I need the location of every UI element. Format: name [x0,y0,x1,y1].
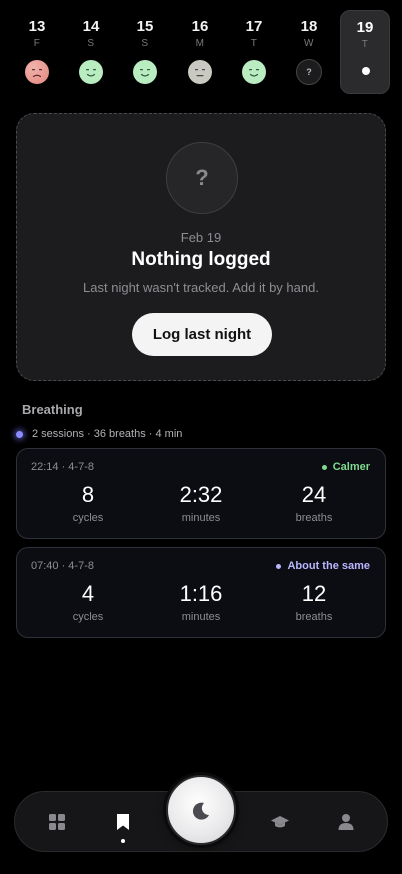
day-number: 15 [136,18,154,35]
stat-minutes: 1:16 minutes [151,581,251,623]
day-number: 19 [356,19,374,36]
mood-dot-icon [276,563,282,569]
sad-face-icon [24,59,50,85]
log-last-night-button[interactable]: Log last night [132,313,272,356]
breathing-session-card[interactable]: 22:14 · 4-7-8 Calmer 8 cycles 2:32 minut… [16,448,386,539]
breathing-summary-text: 2 sessions · 36 breaths · 4 min [32,428,183,440]
day-strip: 13 F 14 S 15 S 16 M 17 T 18 W ? 19 T [9,10,393,94]
log-subtitle: Last night wasn't tracked. Add it by han… [83,280,319,295]
day-17[interactable]: 17 T [229,10,279,94]
mood-dot-icon [321,464,327,470]
session-mood-label: Calmer [332,461,370,473]
day-number: 18 [300,18,318,35]
day-weekday: T [250,38,258,49]
day-weekday: S [87,38,95,49]
session-mood: Calmer [321,461,370,473]
day-number: 16 [191,18,209,35]
stat-value: 2:32 [179,482,223,507]
empty-log-card: ? Feb 19 Nothing logged Last night wasn'… [16,113,386,381]
question-mark-icon: ? [166,142,238,214]
graduation-cap-icon[interactable] [268,810,292,834]
happy-face-icon [241,59,267,85]
session-mood: About the same [276,560,370,572]
grid-icon[interactable] [45,810,69,834]
stat-value: 24 [301,482,327,507]
session-meta: 22:14 · 4-7-8 [31,461,94,473]
stat-label: cycles [72,512,104,524]
day-number: 17 [245,18,263,35]
selected-dot-icon [362,67,370,75]
day-weekday: F [33,38,41,49]
breathing-session-card[interactable]: 07:40 · 4-7-8 About the same 4 cycles 1:… [16,547,386,638]
happy-face-icon [132,59,158,85]
log-date: Feb 19 [180,230,222,245]
stat-label: breaths [295,611,333,623]
stat-value: 4 [81,581,95,606]
neutral-face-icon [187,59,213,85]
stat-cycles: 8 cycles [38,482,138,524]
stat-breaths: 12 breaths [264,581,364,623]
day-number: 14 [82,18,100,35]
stat-label: minutes [181,611,221,623]
unknown-mark: ? [306,67,312,77]
active-tab-indicator [121,839,125,843]
stat-label: cycles [72,611,104,623]
log-title: Nothing logged [131,249,271,270]
day-15[interactable]: 15 S [120,10,170,94]
breathing-section-title: Breathing [22,402,83,417]
day-13[interactable]: 13 F [12,10,62,94]
day-weekday: S [141,38,149,49]
sleep-moon-button[interactable] [166,775,236,845]
person-icon[interactable] [334,810,358,834]
day-weekday: W [304,38,314,49]
stat-value: 8 [81,482,95,507]
day-weekday: T [361,39,369,50]
happy-face-icon [78,59,104,85]
stat-minutes: 2:32 minutes [151,482,251,524]
breathing-summary: 2 sessions · 36 breaths · 4 min [16,427,182,441]
bookmark-icon[interactable] [111,810,135,834]
unknown-mood-icon: ? [296,59,322,85]
day-16[interactable]: 16 M [175,10,225,94]
stat-label: breaths [295,512,333,524]
day-19-selected[interactable]: 19 T [340,10,390,94]
stat-label: minutes [181,512,221,524]
stat-cycles: 4 cycles [38,581,138,623]
day-number: 13 [28,18,46,35]
stat-breaths: 24 breaths [264,482,364,524]
question-mark: ? [195,165,209,190]
session-mood-label: About the same [287,560,370,572]
stat-value: 12 [301,581,327,606]
day-18[interactable]: 18 W ? [284,10,334,94]
stat-value: 1:16 [179,581,223,606]
breathing-glow-dot-icon [16,430,23,438]
day-14[interactable]: 14 S [66,10,116,94]
day-weekday: M [195,38,205,49]
session-meta: 07:40 · 4-7-8 [31,560,94,572]
moon-icon [192,802,209,820]
